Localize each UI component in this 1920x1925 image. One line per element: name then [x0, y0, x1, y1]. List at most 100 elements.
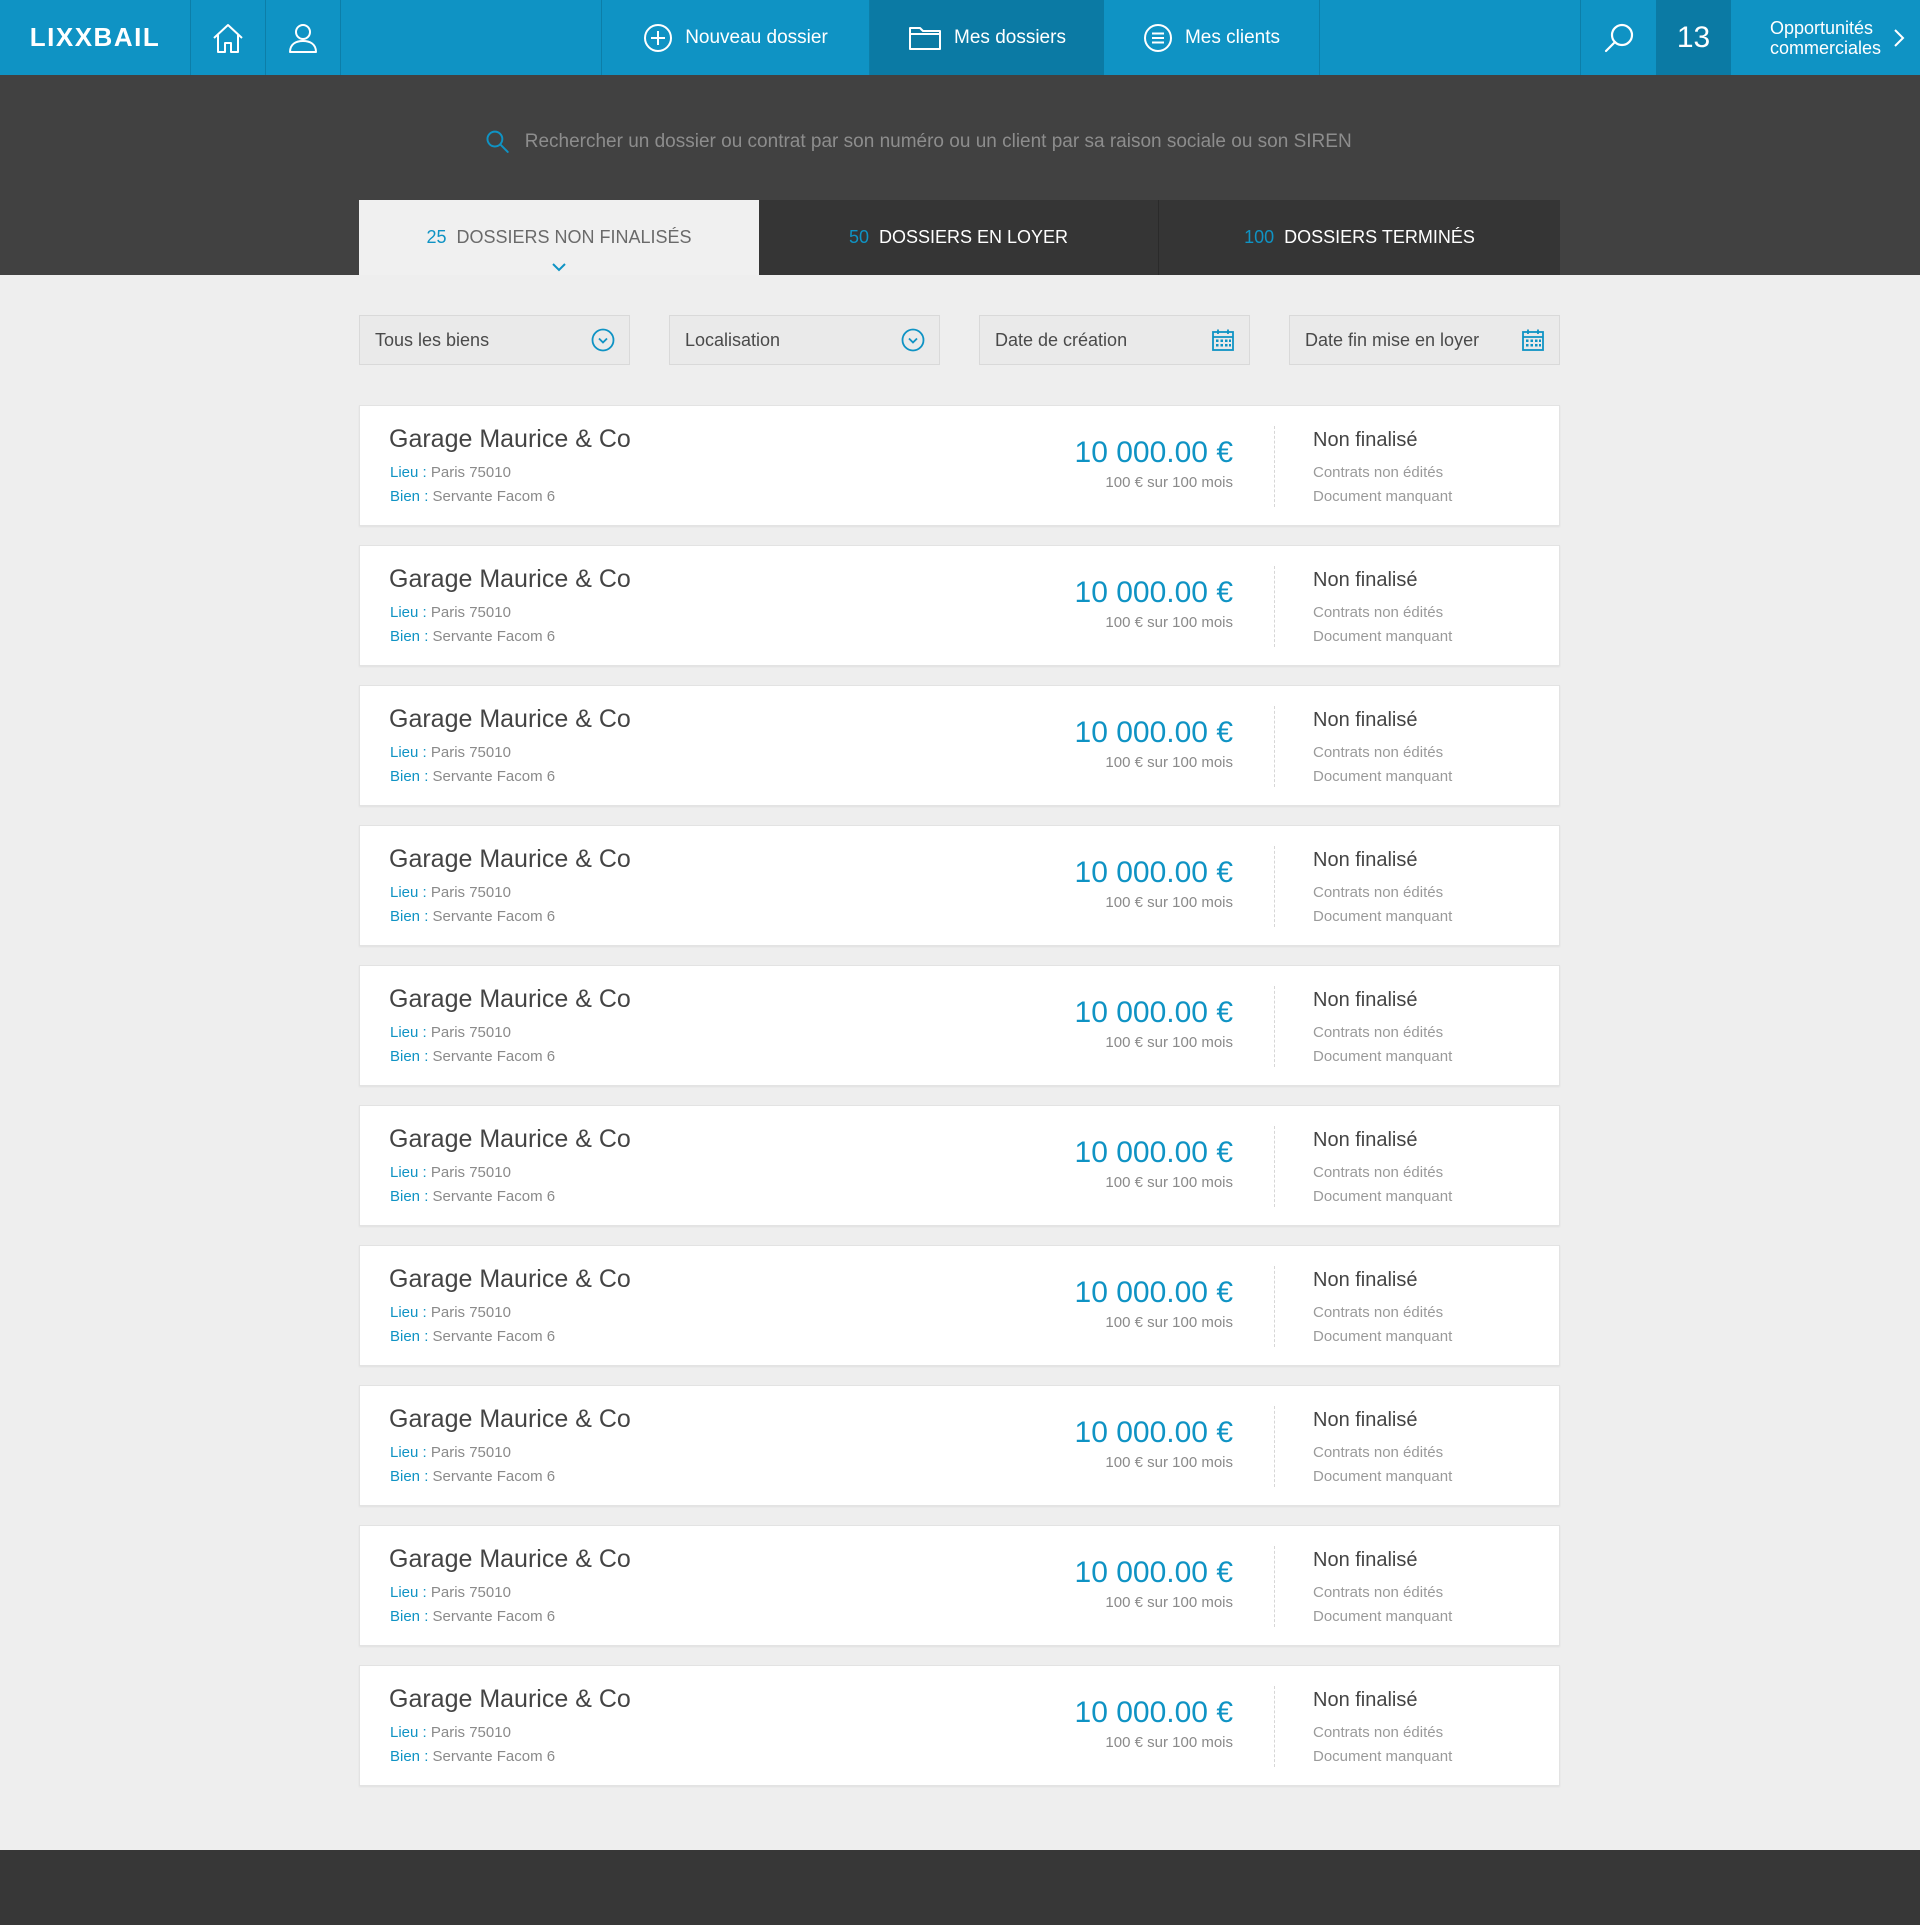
asset-line: Bien : Servante Facom 6: [390, 1328, 555, 1345]
dossier-card[interactable]: Garage Maurice & Co Lieu : Paris 75010 B…: [359, 1105, 1560, 1226]
home-button[interactable]: [191, 0, 266, 75]
status-label: Non finalisé: [1313, 989, 1418, 1011]
status-note: Document manquant: [1313, 1188, 1453, 1205]
dossier-card[interactable]: Garage Maurice & Co Lieu : Paris 75010 B…: [359, 405, 1560, 526]
location-line: Lieu : Paris 75010: [390, 604, 511, 621]
client-name: Garage Maurice & Co: [389, 1265, 631, 1293]
asset-key: Bien :: [390, 768, 429, 785]
dossier-card[interactable]: Garage Maurice & Co Lieu : Paris 75010 B…: [359, 965, 1560, 1086]
filter-date-creation[interactable]: Date de création: [979, 315, 1250, 365]
divider: [1274, 1406, 1275, 1487]
nav-my-clients[interactable]: Mes clients: [1104, 0, 1320, 75]
amount: 10 000.00 €: [1074, 716, 1233, 749]
dossier-card[interactable]: Garage Maurice & Co Lieu : Paris 75010 B…: [359, 1665, 1560, 1786]
location-line: Lieu : Paris 75010: [390, 744, 511, 761]
dossier-card[interactable]: Garage Maurice & Co Lieu : Paris 75010 B…: [359, 825, 1560, 946]
page-footer: [0, 1850, 1920, 1925]
location-key: Lieu :: [390, 744, 427, 761]
nav-new-folder-label: Nouveau dossier: [685, 26, 828, 48]
asset-line: Bien : Servante Facom 6: [390, 1748, 555, 1765]
search-button[interactable]: [1580, 0, 1656, 75]
filters-bar: Tous les biens Localisation Date de créa…: [359, 315, 1560, 365]
location-line: Lieu : Paris 75010: [390, 1024, 511, 1041]
status-note: Document manquant: [1313, 1328, 1453, 1345]
divider: [1274, 1686, 1275, 1767]
payment-terms: 100 € sur 100 mois: [1105, 1734, 1233, 1751]
location-key: Lieu :: [390, 1724, 427, 1741]
client-name: Garage Maurice & Co: [389, 705, 631, 733]
location-line: Lieu : Paris 75010: [390, 1584, 511, 1601]
location-key: Lieu :: [390, 884, 427, 901]
dossier-card[interactable]: Garage Maurice & Co Lieu : Paris 75010 B…: [359, 1245, 1560, 1366]
notification-count[interactable]: 13: [1656, 0, 1731, 75]
payment-terms: 100 € sur 100 mois: [1105, 474, 1233, 491]
divider: [1274, 1266, 1275, 1347]
asset-line: Bien : Servante Facom 6: [390, 628, 555, 645]
location-line: Lieu : Paris 75010: [390, 1444, 511, 1461]
search-input[interactable]: [524, 131, 1435, 153]
dossier-card[interactable]: Garage Maurice & Co Lieu : Paris 75010 B…: [359, 545, 1560, 666]
location-key: Lieu :: [390, 1444, 427, 1461]
filter-biens[interactable]: Tous les biens: [359, 315, 630, 365]
asset-line: Bien : Servante Facom 6: [390, 1048, 555, 1065]
search-icon: [1604, 23, 1633, 52]
tab-count: 50: [848, 227, 869, 247]
status-note: Document manquant: [1313, 1468, 1453, 1485]
opportunities-label: Opportunités commerciales: [1770, 18, 1881, 58]
asset-line: Bien : Servante Facom 6: [390, 488, 555, 505]
nav-my-clients-label: Mes clients: [1184, 26, 1281, 48]
location-value: Paris 75010: [430, 604, 511, 621]
search-icon: [486, 130, 509, 153]
status-note: Contrats non édités: [1313, 464, 1444, 481]
opportunities-label-line2: commerciales: [1769, 37, 1882, 58]
nav-new-folder[interactable]: Nouveau dossier: [601, 0, 870, 75]
status-label: Non finalisé: [1313, 1129, 1418, 1151]
asset-value: Servante Facom 6: [432, 1748, 556, 1765]
chevron-right-icon: [1894, 28, 1905, 47]
asset-line: Bien : Servante Facom 6: [390, 768, 555, 785]
calendar-icon: [1522, 329, 1544, 351]
location-value: Paris 75010: [430, 1724, 511, 1741]
nav-opportunities[interactable]: Opportunités commerciales: [1731, 0, 1920, 75]
status-label: Non finalisé: [1313, 1269, 1418, 1291]
client-name: Garage Maurice & Co: [389, 1125, 631, 1153]
profile-button[interactable]: [266, 0, 341, 75]
dossier-card[interactable]: Garage Maurice & Co Lieu : Paris 75010 B…: [359, 685, 1560, 806]
brand-logo[interactable]: LIXXBAIL: [0, 0, 191, 75]
location-value: Paris 75010: [430, 1444, 511, 1461]
tab-en-loyer[interactable]: 50 DOSSIERS EN LOYER: [759, 200, 1159, 275]
tab-non-finalises[interactable]: 25 DOSSIERS NON FINALISÉS: [359, 200, 759, 275]
asset-value: Servante Facom 6: [432, 1328, 556, 1345]
asset-value: Servante Facom 6: [432, 488, 556, 505]
client-name: Garage Maurice & Co: [389, 1405, 631, 1433]
asset-value: Servante Facom 6: [432, 1468, 556, 1485]
asset-key: Bien :: [390, 1468, 429, 1485]
divider: [1274, 566, 1275, 647]
asset-key: Bien :: [390, 488, 429, 505]
list-circle-icon: [1143, 23, 1172, 52]
user-icon: [289, 23, 317, 53]
dossier-card[interactable]: Garage Maurice & Co Lieu : Paris 75010 B…: [359, 1385, 1560, 1506]
location-line: Lieu : Paris 75010: [390, 464, 511, 481]
client-name: Garage Maurice & Co: [389, 845, 631, 873]
location-line: Lieu : Paris 75010: [390, 1304, 511, 1321]
status-note: Contrats non édités: [1313, 1164, 1444, 1181]
location-line: Lieu : Paris 75010: [390, 884, 511, 901]
amount: 10 000.00 €: [1074, 1416, 1233, 1449]
filter-date-fin-loyer[interactable]: Date fin mise en loyer: [1289, 315, 1560, 365]
status-label: Non finalisé: [1313, 1689, 1418, 1711]
chevron-down-circle-icon: [591, 328, 615, 352]
location-value: Paris 75010: [430, 1024, 511, 1041]
search-band: 25 DOSSIERS NON FINALISÉS 50 DOSSIERS EN…: [0, 75, 1920, 275]
nav-my-folders[interactable]: Mes dossiers: [870, 0, 1104, 75]
chevron-down-circle-icon: [901, 328, 925, 352]
amount: 10 000.00 €: [1074, 1556, 1233, 1589]
filter-localisation[interactable]: Localisation: [669, 315, 940, 365]
amount: 10 000.00 €: [1074, 1136, 1233, 1169]
asset-value: Servante Facom 6: [432, 1048, 556, 1065]
dossier-card[interactable]: Garage Maurice & Co Lieu : Paris 75010 B…: [359, 1525, 1560, 1646]
asset-line: Bien : Servante Facom 6: [390, 908, 555, 925]
tab-termines[interactable]: 100 DOSSIERS TERMINÉS: [1159, 200, 1560, 275]
filter-label: Date fin mise en loyer: [1305, 329, 1480, 350]
divider: [1274, 846, 1275, 927]
